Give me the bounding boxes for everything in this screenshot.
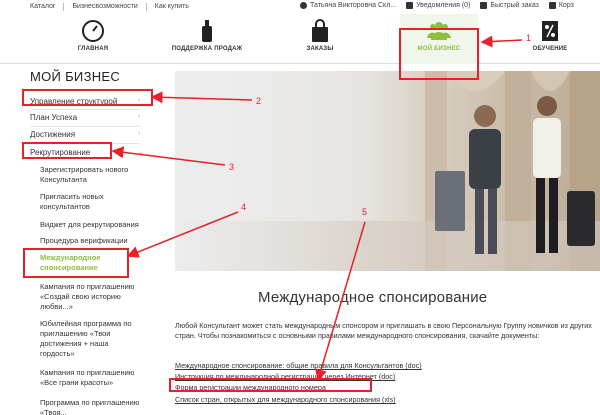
annotation-arrow-2	[150, 91, 253, 104]
annotation-arrow-4	[126, 211, 239, 258]
annotation-arrow-1	[480, 35, 523, 48]
annotation-arrow-5	[315, 221, 366, 382]
annotation-number-5: 5	[362, 207, 368, 217]
annotation-arrow-3	[111, 146, 226, 166]
annotation-number-4: 4	[241, 202, 247, 212]
annotation-number-2: 2	[256, 96, 262, 106]
annotation-number-1: 1	[526, 33, 532, 43]
annotation-number-3: 3	[229, 162, 235, 172]
annotation-arrows	[111, 35, 523, 382]
